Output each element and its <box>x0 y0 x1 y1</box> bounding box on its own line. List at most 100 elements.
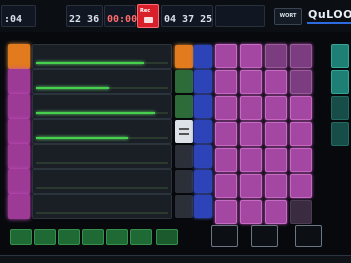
row-select-button[interactable] <box>8 144 30 169</box>
row-select-button[interactable] <box>8 194 30 219</box>
row-cue-button[interactable] <box>175 45 193 68</box>
row-body[interactable] <box>32 119 172 144</box>
sound-pad[interactable] <box>290 148 312 172</box>
row-action-button[interactable] <box>194 120 212 143</box>
elapsed-value: 22 36 <box>69 14 100 25</box>
row-select-button[interactable] <box>8 169 30 194</box>
row-progress-fill <box>36 87 109 89</box>
mode-button-label: WORT <box>279 13 297 19</box>
row-body[interactable] <box>32 44 172 69</box>
screen: :04 22 36 00:00 Rec 04 37 25 WORT QuLOO <box>0 0 351 263</box>
sound-pad[interactable] <box>240 70 262 94</box>
row-progress-bar <box>36 187 168 189</box>
sound-pad[interactable] <box>290 96 312 120</box>
sound-pad[interactable] <box>265 70 287 94</box>
row-progress-bar <box>36 112 168 114</box>
sound-pad[interactable] <box>240 96 262 120</box>
row-action-button[interactable] <box>194 70 212 93</box>
sound-pad[interactable] <box>265 200 287 224</box>
row-action-button[interactable] <box>194 170 212 193</box>
bottom-wide-button[interactable] <box>295 225 322 247</box>
top-status-bar: :04 22 36 00:00 Rec 04 37 25 WORT QuLOO <box>0 0 351 32</box>
playlist-row[interactable] <box>8 169 212 194</box>
sound-pad[interactable] <box>240 200 262 224</box>
row-cue-button[interactable] <box>175 170 193 193</box>
elapsed-display: 22 36 <box>66 5 103 27</box>
sound-pad[interactable] <box>290 122 312 146</box>
row-cue-button[interactable] <box>175 70 193 93</box>
total-display: 04 37 25 <box>161 5 213 27</box>
playlist-row[interactable] <box>8 69 212 94</box>
row-select-button[interactable] <box>8 44 30 69</box>
sound-pad[interactable] <box>215 96 237 120</box>
total-value: 04 37 25 <box>164 14 213 25</box>
row-progress-bar <box>36 137 168 139</box>
row-select-button[interactable] <box>8 119 30 144</box>
row-progress-bar <box>36 212 168 214</box>
bottom-button[interactable] <box>82 229 104 245</box>
mode-button[interactable]: WORT <box>274 8 302 25</box>
bottom-button[interactable] <box>130 229 152 245</box>
row-progress-bar <box>36 87 168 89</box>
row-cue-button[interactable] <box>175 145 193 168</box>
row-body[interactable] <box>32 94 172 119</box>
footer-bar <box>0 255 351 263</box>
row-select-button[interactable] <box>8 69 30 94</box>
playlist-row[interactable] <box>8 119 212 144</box>
side-button[interactable] <box>331 70 349 94</box>
row-select-button[interactable] <box>8 94 30 119</box>
side-button[interactable] <box>331 122 349 146</box>
sound-pad[interactable] <box>265 122 287 146</box>
bottom-wide-button[interactable] <box>251 225 278 247</box>
playlist-row[interactable] <box>8 144 212 169</box>
sound-pad[interactable] <box>290 70 312 94</box>
row-action-button[interactable] <box>194 45 212 68</box>
sound-pad[interactable] <box>215 200 237 224</box>
row-cue-button[interactable] <box>175 95 193 118</box>
bottom-button[interactable] <box>106 229 128 245</box>
row-action-button[interactable] <box>194 95 212 118</box>
sound-pad[interactable] <box>215 174 237 198</box>
bottom-button[interactable] <box>58 229 80 245</box>
record-icon <box>144 17 153 23</box>
row-cue-button[interactable] <box>175 195 193 218</box>
sound-pad[interactable] <box>265 148 287 172</box>
remaining-display: 00:00 <box>104 5 138 27</box>
record-button[interactable]: Rec <box>137 4 159 28</box>
row-action-button[interactable] <box>194 145 212 168</box>
bottom-button[interactable] <box>10 229 32 245</box>
side-button[interactable] <box>331 44 349 68</box>
row-cue-button[interactable] <box>175 120 193 143</box>
remaining-value: 00:00 <box>107 14 138 25</box>
playlist-row[interactable] <box>8 44 212 69</box>
sound-pad[interactable] <box>290 174 312 198</box>
row-body[interactable] <box>32 144 172 169</box>
bottom-button[interactable] <box>34 229 56 245</box>
sound-pad[interactable] <box>215 148 237 172</box>
side-button[interactable] <box>331 96 349 120</box>
bottom-button[interactable] <box>156 229 178 245</box>
clock-value: :04 <box>4 14 23 25</box>
sound-pad[interactable] <box>240 174 262 198</box>
sound-pad[interactable] <box>215 70 237 94</box>
sound-pad[interactable] <box>265 174 287 198</box>
row-progress-fill <box>36 62 145 64</box>
row-body[interactable] <box>32 194 172 219</box>
row-body[interactable] <box>32 69 172 94</box>
row-progress-bar <box>36 62 168 64</box>
sound-pad[interactable] <box>265 96 287 120</box>
sound-pad[interactable] <box>265 44 287 68</box>
row-action-button[interactable] <box>194 195 212 218</box>
sound-pad[interactable] <box>240 148 262 172</box>
row-body[interactable] <box>32 169 172 194</box>
row-progress-fill <box>36 112 155 114</box>
playlist-row[interactable] <box>8 94 212 119</box>
bottom-wide-button[interactable] <box>211 225 238 247</box>
playlist-row[interactable] <box>8 194 212 219</box>
sound-pad[interactable] <box>290 44 312 68</box>
sound-pad[interactable] <box>240 44 262 68</box>
sound-pad[interactable] <box>215 122 237 146</box>
sound-pad[interactable] <box>215 44 237 68</box>
sound-pad[interactable] <box>290 200 312 224</box>
sound-pad[interactable] <box>240 122 262 146</box>
